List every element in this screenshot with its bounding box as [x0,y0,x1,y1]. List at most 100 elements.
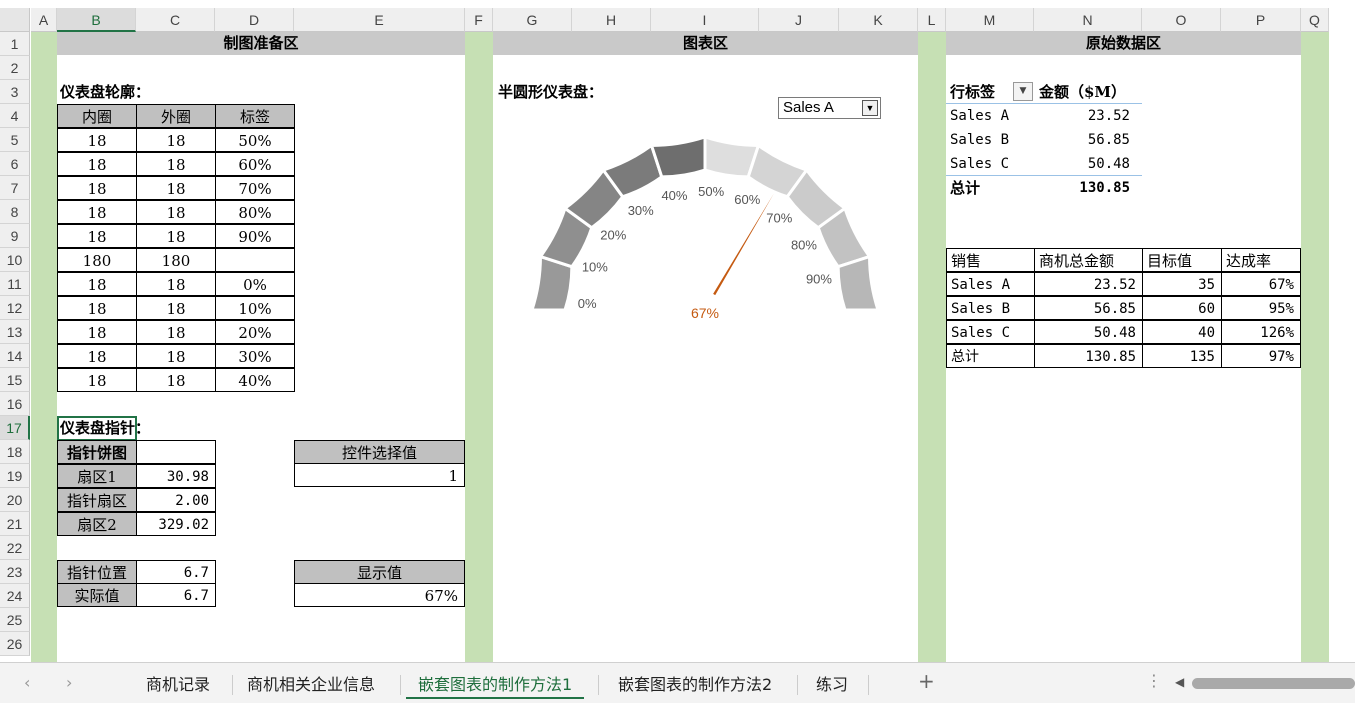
column-header-g[interactable]: G [493,8,572,32]
row-header-21[interactable]: 21 [0,512,30,536]
row-header-20[interactable]: 20 [0,488,30,512]
row-header-22[interactable]: 22 [0,536,30,560]
outline-cell[interactable]: 40% [215,368,295,392]
dropdown-arrow-icon[interactable]: ▼ [862,100,878,116]
control-value[interactable]: 1 [294,463,465,487]
outline-cell[interactable]: 18 [57,128,137,152]
row-header-7[interactable]: 7 [0,176,30,200]
column-header-o[interactable]: O [1142,8,1221,32]
sales-cell[interactable]: 130.85 [1034,344,1143,368]
pointer-row-value[interactable]: 30.98 [136,464,216,488]
outline-cell[interactable]: 18 [136,368,216,392]
row-header-12[interactable]: 12 [0,296,30,320]
outline-cell[interactable]: 18 [136,272,216,296]
prev-sheet-icon[interactable]: ‹ [24,673,30,692]
row-header-15[interactable]: 15 [0,368,30,392]
gauge-dropdown[interactable]: Sales A ▼ [778,97,881,119]
column-header-l[interactable]: L [918,8,946,32]
outline-cell[interactable]: 18 [57,272,137,296]
display-value[interactable]: 67% [294,583,465,607]
row-header-14[interactable]: 14 [0,344,30,368]
outline-cell[interactable]: 18 [136,344,216,368]
row-header-13[interactable]: 13 [0,320,30,344]
row-header-9[interactable]: 9 [0,224,30,248]
pivot-row-value[interactable]: 23.52 [1034,104,1142,128]
row-header-1[interactable]: 1 [0,32,30,56]
sheet-tab[interactable]: 商机相关企业信息 [235,671,387,699]
sheet-tab[interactable]: 嵌套图表的制作方法2 [606,671,784,699]
outline-cell[interactable]: 18 [57,368,137,392]
column-header-i[interactable]: I [651,8,759,32]
row-header-2[interactable]: 2 [0,56,30,80]
more-options-icon[interactable]: ⋮ [1146,671,1162,690]
outline-cell[interactable]: 18 [57,200,137,224]
outline-cell[interactable]: 50% [215,128,295,152]
row-header-23[interactable]: 23 [0,560,30,584]
outline-cell[interactable] [215,248,295,272]
sales-cell[interactable]: 23.52 [1034,272,1143,296]
sheet-tab[interactable]: 练习 [804,671,860,699]
outline-cell[interactable]: 18 [57,296,137,320]
row-header-16[interactable]: 16 [0,392,30,416]
outline-cell[interactable]: 18 [136,320,216,344]
outline-cell[interactable]: 18 [57,344,137,368]
outline-cell[interactable]: 10% [215,296,295,320]
sales-cell[interactable]: Sales B [946,296,1035,320]
outline-cell[interactable]: 20% [215,320,295,344]
row-header-26[interactable]: 26 [0,632,30,656]
row-header-4[interactable]: 4 [0,104,30,128]
row-header-6[interactable]: 6 [0,152,30,176]
sales-cell[interactable]: Sales A [946,272,1035,296]
column-header-c[interactable]: C [136,8,215,32]
outline-cell[interactable]: 18 [136,176,216,200]
scroll-left-icon[interactable]: ◀ [1175,675,1184,689]
pivot-filter-icon[interactable]: ▼ [1013,82,1033,101]
row-header-19[interactable]: 19 [0,464,30,488]
column-header-k[interactable]: K [839,8,918,32]
outline-cell[interactable]: 18 [57,224,137,248]
horizontal-scrollbar[interactable] [1192,678,1355,689]
sales-cell[interactable]: 35 [1142,272,1222,296]
add-sheet-icon[interactable]: + [918,669,935,693]
actual-value[interactable]: 6.7 [136,583,216,607]
row-header-24[interactable]: 24 [0,584,30,608]
pivot-total-value[interactable]: 130.85 [1034,176,1142,200]
outline-cell[interactable]: 18 [136,152,216,176]
sheet-tab[interactable]: 嵌套图表的制作方法1 [406,671,585,699]
column-header-j[interactable]: J [759,8,839,32]
outline-cell[interactable]: 18 [136,128,216,152]
outline-cell[interactable]: 18 [57,320,137,344]
sales-cell[interactable]: 60 [1142,296,1222,320]
row-header-10[interactable]: 10 [0,248,30,272]
row-header-18[interactable]: 18 [0,440,30,464]
column-header-d[interactable]: D [215,8,294,32]
gauge-chart[interactable]: 0% 10% 20%30% 40% 50% 60% 70% 80% 90% 67% [500,120,910,330]
row-header-25[interactable]: 25 [0,608,30,632]
pivot-row-value[interactable]: 50.48 [1034,152,1142,176]
column-header-b[interactable]: B [57,8,136,32]
row-header-17[interactable]: 17 [0,416,30,440]
outline-cell[interactable]: 18 [57,176,137,200]
row-header-3[interactable]: 3 [0,80,30,104]
sales-cell[interactable]: 135 [1142,344,1222,368]
column-header-e[interactable]: E [294,8,465,32]
outline-cell[interactable]: 80% [215,200,295,224]
outline-cell[interactable]: 90% [215,224,295,248]
column-header-a[interactable]: A [31,8,57,32]
sales-cell[interactable]: 56.85 [1034,296,1143,320]
outline-cell[interactable]: 0% [215,272,295,296]
row-header-8[interactable]: 8 [0,200,30,224]
outline-cell[interactable]: 18 [57,152,137,176]
column-header-n[interactable]: N [1034,8,1142,32]
column-header-p[interactable]: P [1221,8,1301,32]
outline-cell[interactable]: 18 [136,224,216,248]
sales-cell[interactable]: 40 [1142,320,1222,344]
sales-cell[interactable]: 126% [1221,320,1301,344]
sheet-tab[interactable]: 商机记录 [134,671,222,699]
column-header-h[interactable]: H [572,8,651,32]
sales-cell[interactable]: 50.48 [1034,320,1143,344]
spreadsheet-grid[interactable]: ABCDEFGHIJKLMNOPQ 1 2 3 4 5 6 7 8 9 10 11 12 13 14 15 1… [0,0,1355,662]
column-header-f[interactable]: F [465,8,493,32]
outline-cell[interactable]: 18 [136,200,216,224]
pointer-position-value[interactable]: 6.7 [136,560,216,584]
